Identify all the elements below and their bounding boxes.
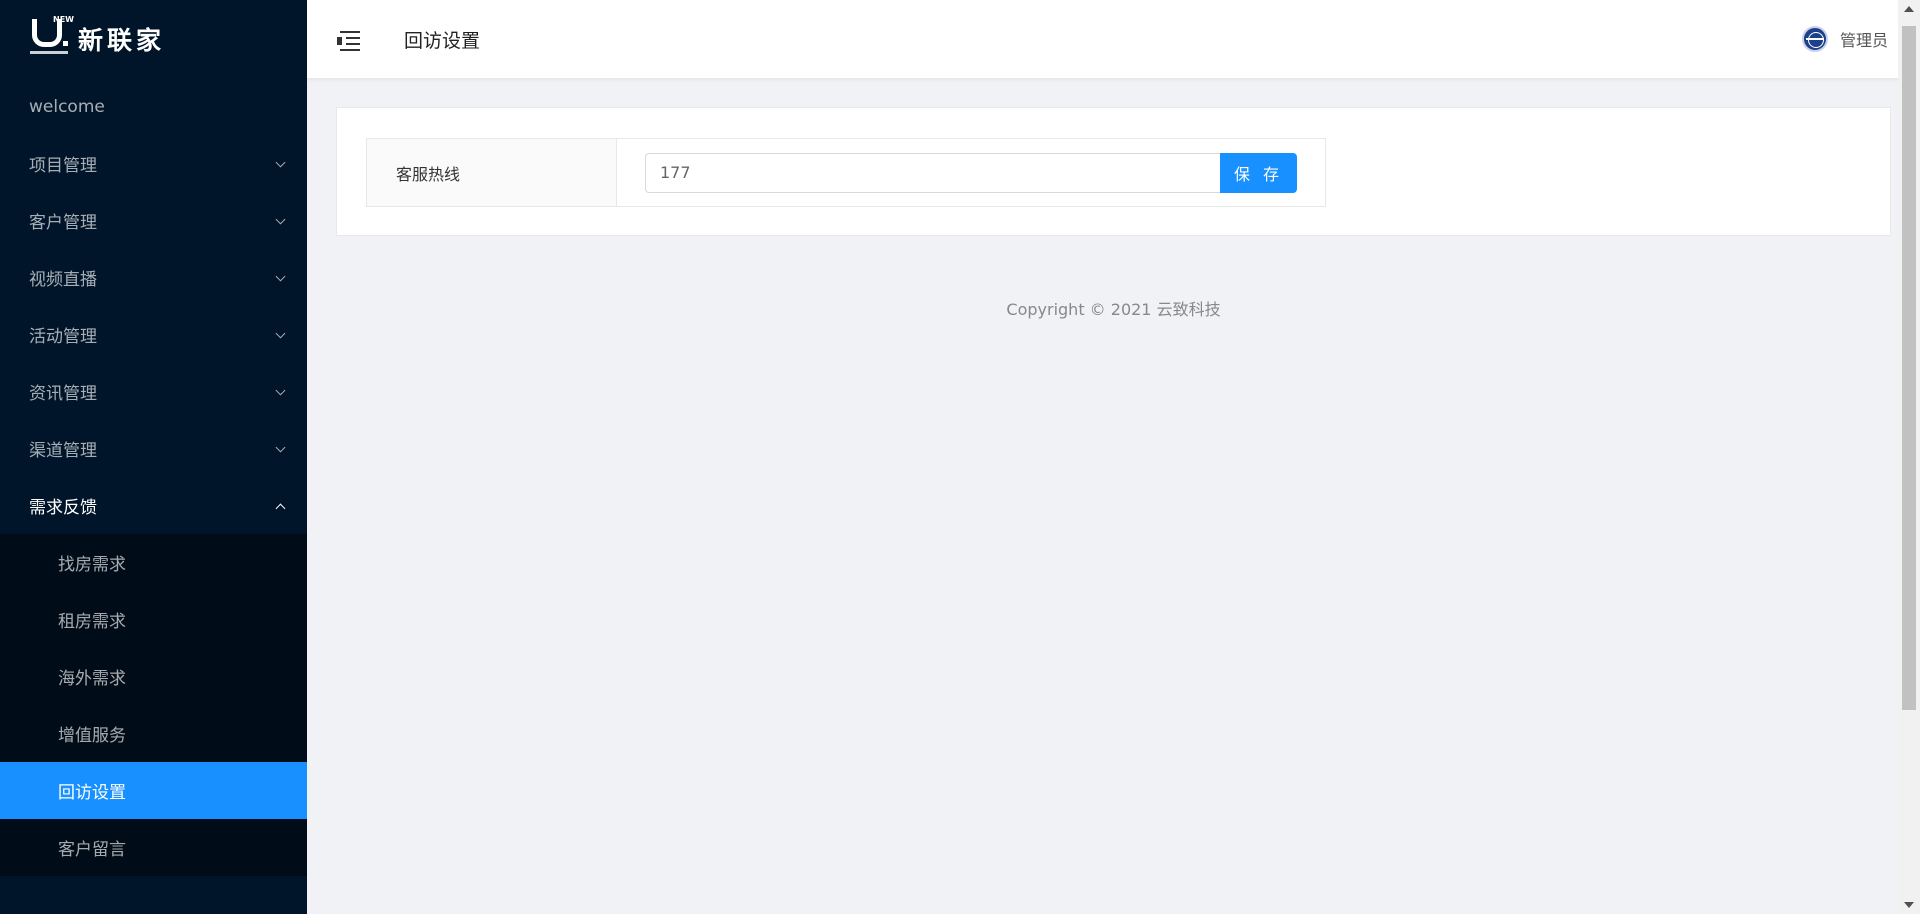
hotline-row: 客服热线 保 存 — [366, 138, 1326, 207]
page-title: 回访设置 — [404, 29, 481, 52]
chevron-down-icon — [275, 216, 285, 226]
submenu-item-label: 增值服务 — [58, 726, 126, 746]
submenu-item-label: 海外需求 — [58, 669, 126, 689]
chevron-up-icon — [275, 501, 285, 511]
content-area: 客服热线 保 存 Copyright © 2021 云致科技 — [307, 78, 1920, 320]
sidebar-item-label: 活动管理 — [29, 327, 97, 347]
username: 管理员 — [1839, 31, 1888, 50]
save-button[interactable]: 保 存 — [1220, 152, 1297, 193]
hotline-value-cell: 保 存 — [617, 139, 1325, 206]
submenu-item-label: 找房需求 — [58, 555, 126, 575]
brand-name: 新联家 — [78, 26, 166, 55]
sidebar-item-channel[interactable]: 渠道管理 — [0, 420, 307, 477]
sidebar-item-label: 需求反馈 — [29, 498, 97, 518]
submenu-item-revisit-settings[interactable]: 回访设置 — [0, 762, 307, 819]
copyright-footer: Copyright © 2021 云致科技 — [1006, 300, 1221, 319]
top-header: 回访设置 管理员 — [307, 0, 1920, 78]
settings-card: 客服热线 保 存 — [336, 107, 1891, 236]
sidebar-item-label: 客户管理 — [29, 213, 97, 233]
app-root: NEW 新联家 welcome 项目管理 客户管理 视频直播 活动管理 资讯管理… — [0, 0, 1920, 914]
sidebar-item-welcome[interactable]: welcome — [0, 78, 307, 135]
submenu-item-rent-house[interactable]: 租房需求 — [0, 591, 307, 648]
sidebar-item-customer[interactable]: 客户管理 — [0, 192, 307, 249]
submenu-item-label: 租房需求 — [58, 612, 126, 632]
submenu-item-overseas[interactable]: 海外需求 — [0, 648, 307, 705]
sidebar-item-label: 项目管理 — [29, 156, 97, 176]
sidebar-item-label: 资讯管理 — [29, 384, 97, 404]
submenu-item-value-added[interactable]: 增值服务 — [0, 705, 307, 762]
submenu-item-customer-message[interactable]: 客户留言 — [0, 819, 307, 876]
submenu-item-label: 回访设置 — [58, 783, 126, 803]
chevron-down-icon — [275, 330, 285, 340]
brand-logo-icon: NEW — [30, 15, 74, 61]
sidebar-item-news[interactable]: 资讯管理 — [0, 363, 307, 420]
sidebar-item-live[interactable]: 视频直播 — [0, 249, 307, 306]
chevron-down-icon — [275, 273, 285, 283]
chevron-down-icon — [275, 444, 285, 454]
scroll-down-icon[interactable] — [1904, 902, 1914, 908]
submenu-item-find-house[interactable]: 找房需求 — [0, 534, 307, 591]
scroll-up-icon[interactable] — [1904, 6, 1914, 12]
sidebar-item-label: 渠道管理 — [29, 441, 97, 461]
sidebar-menu: welcome 项目管理 客户管理 视频直播 活动管理 资讯管理 渠道管理 需求… — [0, 78, 307, 534]
submenu-item-label: 客户留言 — [58, 840, 126, 860]
menu-fold-icon[interactable] — [336, 27, 360, 51]
sidebar-item-feedback[interactable]: 需求反馈 — [0, 477, 307, 534]
chevron-down-icon — [275, 387, 285, 397]
hotline-label: 客服热线 — [367, 139, 617, 206]
sidebar-item-label: welcome — [29, 96, 105, 117]
chevron-down-icon — [275, 159, 285, 169]
vertical-scrollbar[interactable] — [1898, 0, 1920, 914]
feedback-submenu: 找房需求 租房需求 海外需求 增值服务 回访设置 客户留言 — [0, 534, 307, 876]
scroll-thumb[interactable] — [1902, 26, 1916, 710]
sidebar-item-label: 视频直播 — [29, 270, 97, 290]
sidebar-item-project[interactable]: 项目管理 — [0, 135, 307, 192]
user-menu[interactable]: 管理员 — [1801, 0, 1888, 78]
sidebar: NEW 新联家 welcome 项目管理 客户管理 视频直播 活动管理 资讯管理… — [0, 0, 307, 914]
sidebar-item-activity[interactable]: 活动管理 — [0, 306, 307, 363]
main-area: 回访设置 管理员 客服热线 保 存 Copyright © 2021 云致科技 — [307, 0, 1920, 914]
logo: NEW 新联家 — [0, 0, 307, 78]
avatar — [1801, 26, 1828, 52]
hotline-input[interactable] — [645, 152, 1220, 193]
